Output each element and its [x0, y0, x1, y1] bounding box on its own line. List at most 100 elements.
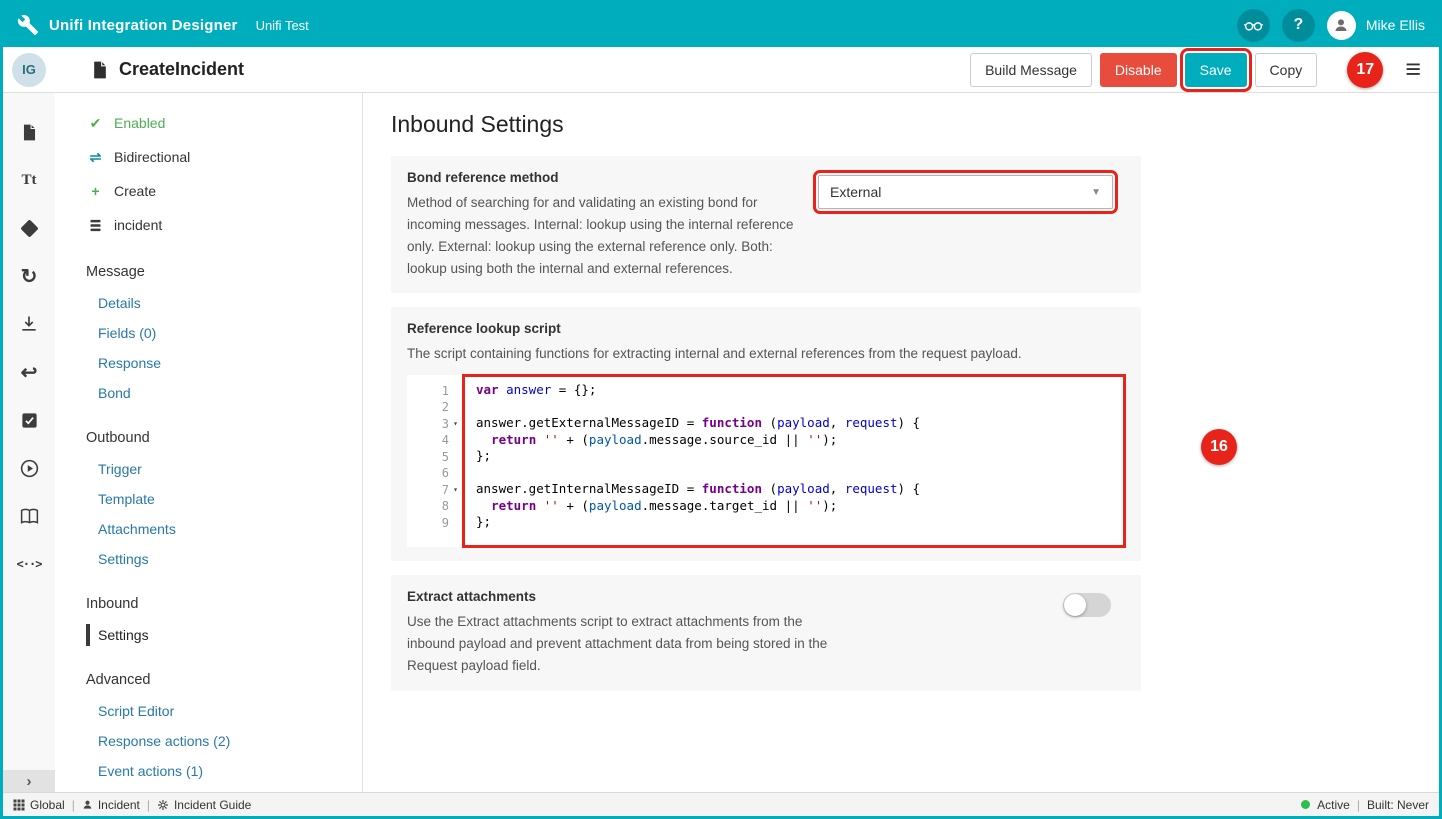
- disable-button[interactable]: Disable: [1100, 53, 1177, 87]
- sidebar-item-template[interactable]: Template: [55, 484, 362, 514]
- editor-gutter: 123▾4567▾89: [407, 375, 463, 547]
- sidebar-item-fields[interactable]: Fields (0): [55, 318, 362, 348]
- code-line: };: [476, 514, 1117, 531]
- sidebar-item-response-actions[interactable]: Response actions (2): [55, 726, 362, 756]
- section-title-message: Message: [55, 242, 362, 288]
- sidebar-item-response[interactable]: Response: [55, 348, 362, 378]
- history-rail-icon[interactable]: ↻: [18, 265, 40, 287]
- copy-button[interactable]: Copy: [1255, 53, 1318, 87]
- gutter-line: 7▾: [407, 481, 462, 498]
- bond-reference-method-select[interactable]: External ▼: [818, 175, 1113, 209]
- grid-icon: [13, 799, 25, 811]
- section-title-outbound: Outbound: [55, 408, 362, 454]
- field-description: Method of searching for and validating a…: [407, 192, 811, 279]
- editor-code[interactable]: var answer = {}; answer.getExternalMessa…: [463, 375, 1125, 547]
- footer-incident[interactable]: Incident: [82, 798, 140, 812]
- field-description: The script containing functions for extr…: [407, 343, 1125, 365]
- sidebar-item-create[interactable]: + Create: [55, 174, 362, 208]
- unifi-integration-designer-window: Unifi Integration Designer Unifi Test ? …: [0, 0, 1442, 819]
- bidirectional-icon: ⇌: [87, 149, 104, 166]
- environment-name: Unifi Test: [256, 18, 309, 33]
- fold-marker[interactable]: ▾: [449, 419, 462, 428]
- annotation-callout-16: 16: [1201, 429, 1237, 465]
- sidebar-item-details[interactable]: Details: [55, 288, 362, 318]
- sidebar-item-inbound-settings[interactable]: Settings: [55, 620, 362, 650]
- check-icon: ✔: [87, 115, 104, 132]
- sidebar-item-bond[interactable]: Bond: [55, 378, 362, 408]
- gutter-line: 6: [407, 465, 462, 482]
- section-title-inbound: Inbound: [55, 574, 362, 620]
- collapse-rail-button[interactable]: ›: [3, 770, 55, 792]
- sidebar-item-bidirectional[interactable]: ⇌ Bidirectional: [55, 140, 362, 174]
- gear-icon: [157, 799, 169, 811]
- menu-icon[interactable]: ≡: [1405, 56, 1421, 83]
- preview-glasses-button[interactable]: [1237, 9, 1270, 42]
- document-icon: [90, 60, 110, 80]
- sidebar-item-label: Bidirectional: [114, 149, 190, 165]
- code-line: return '' + (payload.message.target_id |…: [476, 498, 1117, 515]
- footer-incident-guide[interactable]: Incident Guide: [157, 798, 251, 812]
- select-value: External: [830, 184, 881, 200]
- user-avatar[interactable]: [1327, 11, 1356, 40]
- play-rail-icon[interactable]: [18, 457, 40, 479]
- page-title: CreateIncident: [119, 59, 244, 80]
- person-icon: [1332, 16, 1350, 34]
- send-rail-icon[interactable]: [18, 217, 40, 239]
- app-title: Unifi Integration Designer: [49, 17, 238, 34]
- gutter-line: 4: [407, 432, 462, 449]
- sidebar-item-enabled[interactable]: ✔ Enabled: [55, 106, 362, 140]
- code-line: [476, 465, 1117, 482]
- sidebar-item-label: incident: [114, 217, 162, 233]
- field-label: Extract attachments: [407, 589, 847, 604]
- sidebar-item-event-actions[interactable]: Event actions (1): [55, 756, 362, 786]
- built-status-label: Built: Never: [1367, 798, 1429, 812]
- main-content: Inbound Settings Bond reference method M…: [363, 93, 1439, 792]
- footer-global[interactable]: Global: [13, 798, 65, 812]
- section-heading: Inbound Settings: [391, 111, 1439, 138]
- sidebar-item-label: Enabled: [114, 115, 165, 131]
- help-button[interactable]: ?: [1282, 9, 1315, 42]
- active-status-dot: [1301, 800, 1310, 809]
- save-button[interactable]: Save: [1185, 53, 1247, 87]
- download-rail-icon[interactable]: [18, 313, 40, 335]
- book-rail-icon[interactable]: [18, 505, 40, 527]
- user-name[interactable]: Mike Ellis: [1366, 17, 1425, 33]
- footer-label: Incident: [98, 798, 140, 812]
- text-rail-icon[interactable]: Tt: [18, 169, 40, 191]
- code-line: var answer = {};: [476, 382, 1117, 399]
- field-label: Bond reference method: [407, 170, 811, 185]
- footer-label: Incident Guide: [174, 798, 251, 812]
- sidebar: ✔ Enabled ⇌ Bidirectional + Create incid…: [55, 93, 363, 792]
- bond-reference-card: Bond reference method Method of searchin…: [391, 156, 1141, 293]
- sidebar-item-attachments[interactable]: Attachments: [55, 514, 362, 544]
- reference-lookup-script-editor[interactable]: 123▾4567▾89 var answer = {}; answer.getE…: [407, 375, 1125, 547]
- sidebar-item-trigger[interactable]: Trigger: [55, 454, 362, 484]
- sidebar-item-outbound-settings[interactable]: Settings: [55, 544, 362, 574]
- active-status-label: Active: [1317, 798, 1350, 812]
- section-title-advanced: Advanced: [55, 650, 362, 696]
- reply-rail-icon[interactable]: ↩: [18, 361, 40, 383]
- code-rail-icon[interactable]: <··>: [18, 553, 40, 575]
- gutter-line: 5: [407, 448, 462, 465]
- gutter-line: 8: [407, 498, 462, 515]
- sidebar-item-script-editor[interactable]: Script Editor: [55, 696, 362, 726]
- code-line: [476, 399, 1117, 416]
- code-line: return '' + (payload.message.source_id |…: [476, 432, 1117, 449]
- gutter-line: 2: [407, 399, 462, 416]
- plus-icon: +: [87, 183, 104, 199]
- fold-marker[interactable]: ▾: [449, 485, 462, 494]
- sidebar-item-incident[interactable]: incident: [55, 208, 362, 242]
- top-bar: Unifi Integration Designer Unifi Test ? …: [3, 3, 1439, 47]
- layers-icon: [87, 218, 104, 233]
- document-rail-icon[interactable]: [18, 121, 40, 143]
- tasks-rail-icon[interactable]: [18, 409, 40, 431]
- status-bar: Global | Incident | Incident Guide Activ…: [3, 792, 1439, 816]
- extract-attachments-toggle[interactable]: [1063, 593, 1111, 617]
- gutter-line: 9: [407, 514, 462, 531]
- chevron-down-icon: ▼: [1091, 187, 1101, 198]
- reference-lookup-card: Reference lookup script The script conta…: [391, 307, 1141, 561]
- person-icon: [82, 799, 93, 810]
- integration-avatar: IG: [12, 53, 46, 87]
- build-message-button[interactable]: Build Message: [970, 53, 1092, 87]
- extract-attachments-card: Extract attachments Use the Extract atta…: [391, 575, 1141, 691]
